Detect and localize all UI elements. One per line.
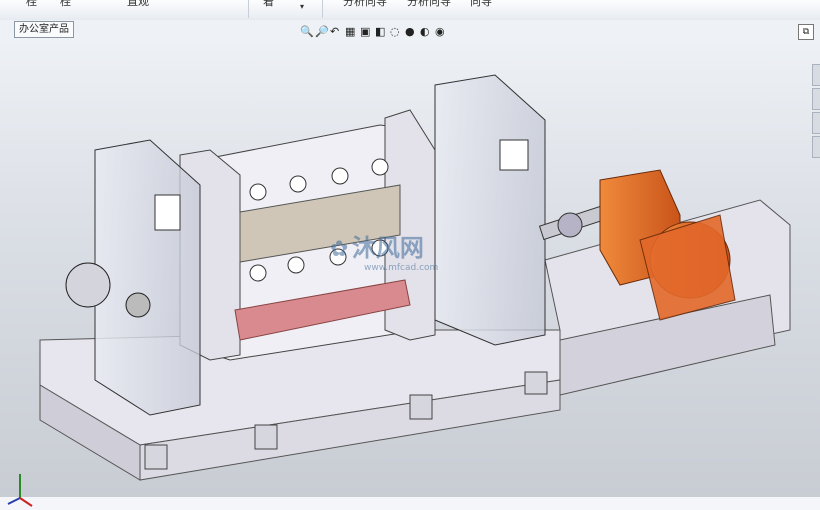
hide-show-icon[interactable]: ◌ [390, 25, 403, 38]
previous-view-icon[interactable]: ↶ [330, 25, 343, 38]
command-manager-bar: 桂 桂 直观 着 ▾ 分析向导 分析向导 向导 [0, 0, 820, 21]
appearance-icon[interactable]: ● [405, 25, 418, 38]
view-settings-icon[interactable]: ◉ [435, 25, 448, 38]
task-pane-tab[interactable] [812, 136, 820, 158]
task-pane-tabs [812, 64, 820, 174]
command-item-7[interactable]: 向导 [470, 0, 492, 9]
task-pane-tab[interactable] [812, 112, 820, 134]
watermark-brand: 沐风网 [351, 234, 424, 262]
command-item-5[interactable]: 分析向导 [343, 0, 387, 9]
task-pane-tab[interactable] [812, 88, 820, 110]
dropdown-arrow-icon[interactable]: ▾ [300, 2, 304, 11]
restore-window-icon[interactable]: ⧉ [798, 24, 814, 40]
command-item-4[interactable]: 着 [263, 0, 274, 9]
command-item-2[interactable]: 桂 [60, 0, 71, 9]
watermark: ✿ 沐风网 www.mfcad.com [330, 228, 438, 273]
watermark-url: www.mfcad.com [364, 263, 439, 273]
command-separator [248, 0, 249, 18]
coordinate-triad [7, 474, 33, 507]
zoom-fit-icon[interactable]: 🔍 [300, 25, 314, 38]
command-item-3[interactable]: 直观 [127, 0, 149, 9]
command-item-6[interactable]: 分析向导 [407, 0, 451, 9]
task-pane-tab[interactable] [812, 64, 820, 86]
section-view-icon[interactable]: ▦ [345, 25, 358, 38]
display-style-icon[interactable]: ◧ [375, 25, 388, 38]
graphics-viewport[interactable]: ✿ 沐风网 www.mfcad.com [0, 38, 820, 507]
command-item-1[interactable]: 桂 [26, 0, 37, 9]
command-separator [322, 0, 323, 18]
zoom-area-icon[interactable]: 🔎 [315, 25, 329, 38]
view-orientation-icon[interactable]: ▣ [360, 25, 373, 38]
document-tab[interactable]: 办公室产品 [14, 21, 74, 38]
heads-up-view-toolbar: 🔍 🔎 ↶ ▦ ▣ ◧ ◌ ● ◐ ◉ [300, 22, 448, 40]
watermark-logo-icon: ✿ [330, 237, 349, 262]
scene-icon[interactable]: ◐ [420, 25, 433, 38]
